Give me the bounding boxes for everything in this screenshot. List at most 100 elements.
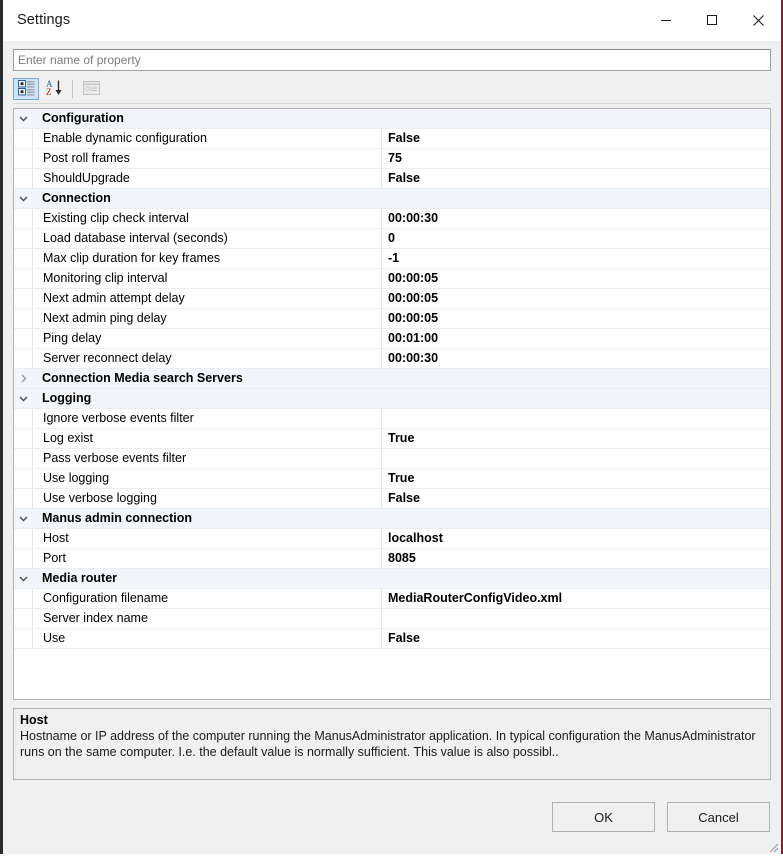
cancel-button[interactable]: Cancel: [667, 802, 770, 832]
property-category-row[interactable]: Connection Media search Servers: [14, 369, 770, 389]
row-gutter: [14, 209, 33, 228]
property-row[interactable]: Use loggingTrue: [14, 469, 770, 489]
property-grid[interactable]: ConfigurationEnable dynamic configuratio…: [13, 108, 771, 700]
alphabetical-sort-button[interactable]: A Z: [41, 78, 67, 100]
sort-az-icon: A Z: [46, 79, 63, 99]
property-name: Log exist: [33, 429, 382, 448]
property-row[interactable]: Ignore verbose events filter: [14, 409, 770, 429]
ok-button[interactable]: OK: [552, 802, 655, 832]
property-value[interactable]: False: [382, 489, 770, 508]
toolbar-separator: [72, 80, 73, 98]
property-value[interactable]: MediaRouterConfigVideo.xml: [382, 589, 770, 608]
description-text: Hostname or IP address of the computer r…: [20, 728, 764, 760]
category-label: Logging: [33, 389, 770, 408]
minimize-icon: [659, 13, 673, 27]
property-row[interactable]: Configuration filenameMediaRouterConfigV…: [14, 589, 770, 609]
title-bar: Settings: [3, 0, 781, 41]
close-icon: [751, 13, 766, 28]
property-value[interactable]: 75: [382, 149, 770, 168]
property-name: ShouldUpgrade: [33, 169, 382, 188]
property-row[interactable]: Hostlocalhost: [14, 529, 770, 549]
chevron-down-icon[interactable]: [14, 189, 33, 208]
maximize-icon: [705, 13, 719, 27]
property-row[interactable]: Server reconnect delay00:00:30: [14, 349, 770, 369]
row-gutter: [14, 349, 33, 368]
row-gutter: [14, 609, 33, 628]
property-value[interactable]: 00:00:05: [382, 269, 770, 288]
property-value[interactable]: 00:00:05: [382, 289, 770, 308]
property-category-row[interactable]: Configuration: [14, 109, 770, 129]
property-pages-icon: [83, 81, 100, 98]
property-row[interactable]: UseFalse: [14, 629, 770, 649]
row-gutter: [14, 409, 33, 428]
property-name: Use: [33, 629, 382, 648]
property-value[interactable]: 0: [382, 229, 770, 248]
maximize-button[interactable]: [689, 0, 735, 40]
property-row[interactable]: Server index name: [14, 609, 770, 629]
property-category-row[interactable]: Media router: [14, 569, 770, 589]
property-category-row[interactable]: Manus admin connection: [14, 509, 770, 529]
search-input[interactable]: [13, 49, 771, 71]
chevron-down-icon[interactable]: [14, 389, 33, 408]
property-row[interactable]: Use verbose loggingFalse: [14, 489, 770, 509]
category-label: Connection: [33, 189, 770, 208]
property-row[interactable]: Log existTrue: [14, 429, 770, 449]
categorized-view-button[interactable]: [13, 78, 39, 100]
resize-grip-icon[interactable]: [765, 839, 779, 853]
category-label: Connection Media search Servers: [33, 369, 770, 388]
minimize-button[interactable]: [643, 0, 689, 40]
property-row[interactable]: Max clip duration for key frames-1: [14, 249, 770, 269]
property-value[interactable]: True: [382, 429, 770, 448]
category-label: Manus admin connection: [33, 509, 770, 528]
property-row[interactable]: Monitoring clip interval00:00:05: [14, 269, 770, 289]
property-category-row[interactable]: Logging: [14, 389, 770, 409]
property-row[interactable]: Pass verbose events filter: [14, 449, 770, 469]
categorized-icon: [18, 80, 35, 99]
property-name: Ignore verbose events filter: [33, 409, 382, 428]
property-row[interactable]: Next admin ping delay00:00:05: [14, 309, 770, 329]
property-name: Next admin ping delay: [33, 309, 382, 328]
property-pages-button[interactable]: [78, 78, 104, 100]
property-row[interactable]: Ping delay00:01:00: [14, 329, 770, 349]
property-value[interactable]: 00:01:00: [382, 329, 770, 348]
property-name: Post roll frames: [33, 149, 382, 168]
close-button[interactable]: [735, 0, 781, 40]
property-row[interactable]: Existing clip check interval00:00:30: [14, 209, 770, 229]
property-name: Configuration filename: [33, 589, 382, 608]
property-value[interactable]: -1: [382, 249, 770, 268]
chevron-right-icon[interactable]: [14, 369, 33, 388]
property-value[interactable]: False: [382, 129, 770, 148]
category-label: Configuration: [33, 109, 770, 128]
property-name: Use logging: [33, 469, 382, 488]
row-gutter: [14, 169, 33, 188]
property-name: Server reconnect delay: [33, 349, 382, 368]
property-value[interactable]: 00:00:30: [382, 209, 770, 228]
property-row[interactable]: Port8085: [14, 549, 770, 569]
row-gutter: [14, 549, 33, 568]
row-gutter: [14, 449, 33, 468]
property-value[interactable]: 8085: [382, 549, 770, 568]
property-value[interactable]: False: [382, 169, 770, 188]
chevron-down-icon[interactable]: [14, 569, 33, 588]
property-name: Port: [33, 549, 382, 568]
property-value[interactable]: 00:00:30: [382, 349, 770, 368]
property-row[interactable]: Enable dynamic configurationFalse: [14, 129, 770, 149]
property-value[interactable]: False: [382, 629, 770, 648]
search-bar: [13, 49, 771, 71]
row-gutter: [14, 529, 33, 548]
property-name: Existing clip check interval: [33, 209, 382, 228]
property-value[interactable]: True: [382, 469, 770, 488]
property-row[interactable]: Post roll frames75: [14, 149, 770, 169]
property-row[interactable]: Load database interval (seconds)0: [14, 229, 770, 249]
property-value[interactable]: 00:00:05: [382, 309, 770, 328]
row-gutter: [14, 249, 33, 268]
row-gutter: [14, 309, 33, 328]
property-category-row[interactable]: Connection: [14, 189, 770, 209]
property-grid-toolbar: A Z: [13, 77, 771, 104]
property-value[interactable]: localhost: [382, 529, 770, 548]
property-row[interactable]: Next admin attempt delay00:00:05: [14, 289, 770, 309]
chevron-down-icon[interactable]: [14, 509, 33, 528]
property-row[interactable]: ShouldUpgradeFalse: [14, 169, 770, 189]
chevron-down-icon[interactable]: [14, 109, 33, 128]
row-gutter: [14, 629, 33, 648]
